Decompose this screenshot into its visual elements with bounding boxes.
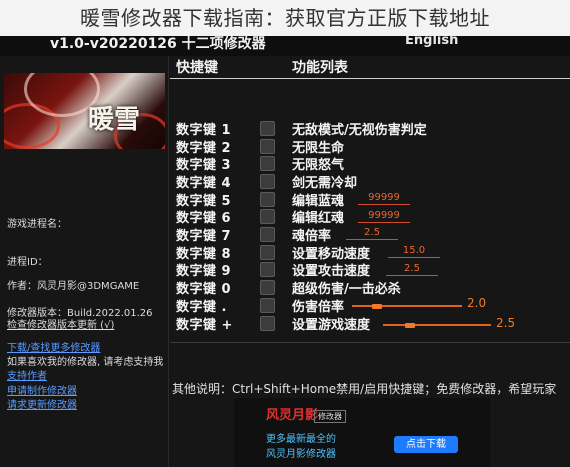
hotkey-plus: 数字键 +	[176, 318, 233, 333]
check-update-checkbox[interactable]: 检查修改器版本更新 (√)	[7, 316, 114, 331]
request-trainer-link[interactable]: 申请制作修改器	[7, 382, 77, 397]
hotkey-1: 数字键 1	[176, 123, 232, 138]
hotkey-4: 数字键 4	[176, 176, 232, 191]
game-process-label: 游戏进程名：	[7, 219, 67, 230]
header-divider	[170, 78, 570, 79]
damage-multiplier-thumb[interactable]	[372, 304, 382, 309]
request-update-link[interactable]: 请求更新修改器	[7, 396, 77, 411]
hotkey-header: 快捷键	[176, 60, 218, 76]
red-soul-input[interactable]: 99999	[358, 210, 410, 223]
download-banner[interactable]: 风灵月影 修改器 更多最新最全的 风灵月影修改器 点击下载	[234, 398, 490, 467]
hotkey-7: 数字键 7	[176, 229, 232, 244]
title-bar: v1.0-v20220126 十二项修改器 English	[0, 33, 570, 56]
game-speed-thumb[interactable]	[405, 323, 415, 328]
game-speed-value: 2.5	[496, 316, 516, 330]
rows-divider	[170, 342, 570, 343]
author-text: 作者：风灵月影@3DMGAME	[7, 281, 140, 292]
download-more-link[interactable]: 下载/查找更多修改器	[7, 339, 100, 354]
hotkey-0: 数字键 0	[176, 282, 232, 297]
blue-soul-input[interactable]: 99999	[358, 192, 410, 205]
toggle-infinite-rage[interactable]	[260, 156, 275, 171]
process-id-label: 进程ID：	[7, 257, 48, 268]
banner-line-1: 更多最新最全的	[266, 434, 336, 445]
hotkey-9: 数字键 9	[176, 264, 232, 279]
support-author-link[interactable]: 支持作者	[7, 367, 47, 382]
toggle-edit-red-soul[interactable]	[260, 209, 275, 224]
support-note-text: 如果喜欢我的修改器, 请考虑支持我	[7, 357, 164, 368]
damage-multiplier-slider[interactable]	[352, 305, 462, 307]
cover-logo: 暖雪	[88, 105, 141, 135]
feature-no-sword-cooldown: 剑无需冷却	[292, 176, 358, 191]
banner-download-button[interactable]: 点击下载	[394, 436, 458, 453]
toggle-soul-multiplier[interactable]	[260, 227, 275, 242]
hotkey-6: 数字键 6	[176, 211, 232, 226]
feature-super-damage: 超级伤害/一击必杀	[292, 282, 401, 297]
hotkey-dot: 数字键 .	[176, 300, 227, 315]
toggle-invincible[interactable]	[260, 121, 275, 136]
feature-damage-multiplier: 伤害倍率	[292, 300, 345, 315]
toggle-edit-blue-soul[interactable]	[260, 192, 275, 207]
trainer-window: v1.0-v20220126 十二项修改器 English 暖雪 游戏进程名： …	[0, 33, 570, 467]
damage-multiplier-value: 2.0	[467, 296, 487, 310]
attack-speed-input[interactable]: 2.5	[386, 263, 438, 276]
toggle-damage-multiplier[interactable]	[260, 298, 275, 313]
sidebar-divider	[168, 56, 169, 467]
toggle-game-speed[interactable]	[260, 316, 275, 331]
page-title: 暖雪修改器下载指南：获取官方正版下载地址	[0, 0, 570, 36]
toggle-no-sword-cooldown[interactable]	[260, 174, 275, 189]
game-cover-image: 暖雪	[4, 73, 165, 149]
footer-note: 其他说明：Ctrl+Shift+Home禁用/启用快捷键；免费修改器，希望玩家	[172, 382, 557, 396]
feature-infinite-rage: 无限怒气	[292, 158, 345, 173]
feature-game-speed: 设置游戏速度	[292, 318, 371, 333]
banner-logo: 风灵月影	[266, 408, 319, 423]
toggle-attack-speed[interactable]	[260, 262, 275, 277]
toggle-super-damage[interactable]	[260, 280, 275, 295]
feature-edit-red-soul: 编辑红魂	[292, 211, 345, 226]
banner-line-2: 风灵月影修改器	[266, 449, 336, 460]
feature-soul-multiplier: 魂倍率	[292, 229, 332, 244]
feature-invincible: 无敌模式/无视伤害判定	[292, 123, 427, 138]
hotkey-3: 数字键 3	[176, 158, 232, 173]
toggle-move-speed[interactable]	[260, 245, 275, 260]
sidebar: 暖雪 游戏进程名： 进程ID： 作者：风灵月影@3DMGAME 修改器版本：Bu…	[0, 56, 168, 467]
soul-multiplier-input[interactable]: 2.5	[346, 227, 398, 240]
move-speed-input[interactable]: 15.0	[388, 245, 440, 258]
toggle-infinite-health[interactable]	[260, 139, 275, 154]
function-header: 功能列表	[292, 60, 348, 76]
banner-chip: 修改器	[314, 410, 346, 423]
trainer-version-title: v1.0-v20220126 十二项修改器	[50, 36, 266, 52]
game-speed-slider[interactable]	[383, 324, 491, 326]
feature-attack-speed: 设置攻击速度	[292, 264, 371, 279]
